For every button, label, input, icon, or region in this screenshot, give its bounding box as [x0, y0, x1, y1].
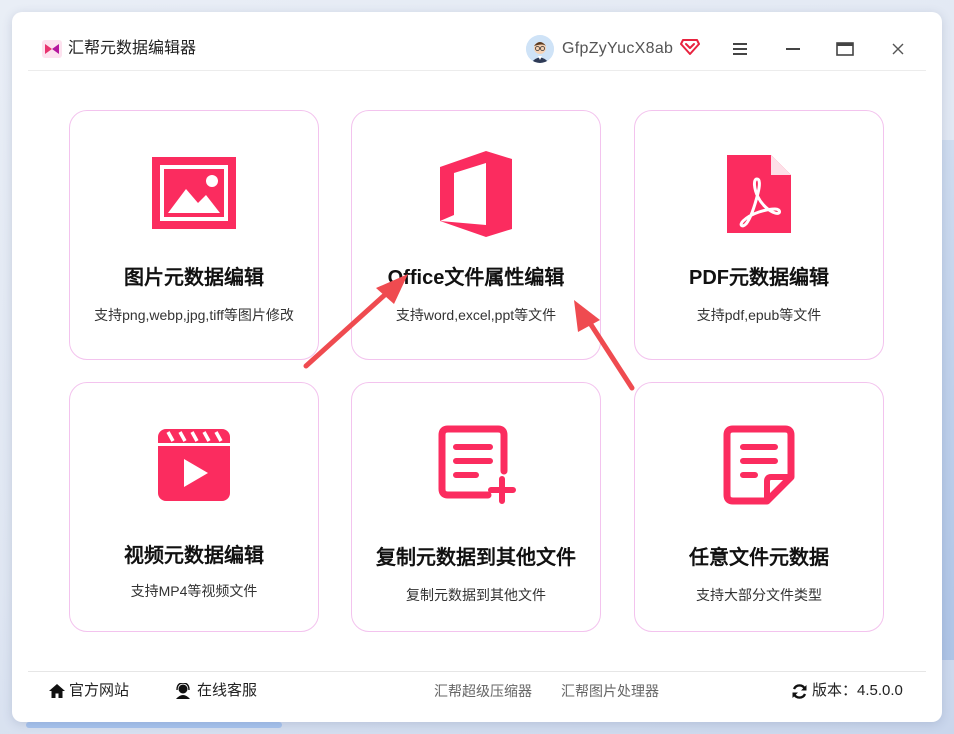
title-bar: 汇帮元数据编辑器 GfpZyYucX8ab: [12, 12, 942, 70]
close-icon: [892, 43, 904, 55]
pdf-icon: [727, 155, 791, 233]
title-divider: [28, 70, 926, 71]
card-office-properties[interactable]: Office文件属性编辑 支持word,excel,ppt等文件: [351, 110, 601, 360]
avatar-icon: [526, 35, 554, 63]
official-website-label: 官方网站: [69, 682, 130, 699]
background-taskbar-strip: [26, 722, 282, 728]
document-add-icon: [438, 425, 516, 504]
footer-divider: [28, 671, 926, 672]
username[interactable]: GfpZyYucX8ab: [562, 39, 673, 59]
support-agent-icon: [176, 683, 190, 699]
online-support-link[interactable]: 在线客服: [174, 681, 257, 701]
card-description: 支持png,webp,jpg,tiff等图片修改: [94, 307, 294, 323]
office-icon: [440, 151, 512, 237]
version-label: 版本：: [812, 682, 858, 699]
card-description: 支持大部分文件类型: [696, 587, 822, 603]
minimize-button[interactable]: [778, 34, 808, 64]
card-description: 复制元数据到其他文件: [406, 587, 546, 603]
version-info: 版本： 4.5.0.0: [791, 681, 903, 701]
document-icon: [723, 425, 795, 505]
card-description: 支持word,excel,ppt等文件: [395, 307, 557, 323]
image-processor-link[interactable]: 汇帮图片处理器: [561, 681, 659, 701]
menu-button[interactable]: [725, 34, 755, 64]
online-support-label: 在线客服: [197, 682, 258, 699]
maximize-icon: [836, 42, 854, 56]
close-button[interactable]: [883, 34, 913, 64]
app-window: 汇帮元数据编辑器 GfpZyYucX8ab 图片元数据编辑 支持png,webp…: [12, 12, 942, 722]
official-website-link[interactable]: 官方网站: [48, 681, 129, 701]
refresh-icon[interactable]: [791, 683, 808, 700]
video-icon: [158, 429, 230, 501]
card-any-file-metadata[interactable]: 任意文件元数据 支持大部分文件类型: [634, 382, 884, 632]
card-title: PDF元数据编辑: [689, 267, 829, 289]
version-number: 4.5.0.0: [857, 682, 903, 699]
diamond-vip-icon[interactable]: [680, 38, 700, 56]
card-pdf-metadata[interactable]: PDF元数据编辑 支持pdf,epub等文件: [634, 110, 884, 360]
card-title: 视频元数据编辑: [124, 545, 264, 567]
image-icon: [152, 157, 236, 229]
avatar[interactable]: [526, 35, 554, 63]
card-title: Office文件属性编辑: [387, 267, 565, 289]
card-description: 支持pdf,epub等文件: [696, 307, 822, 323]
menu-icon: [733, 43, 747, 55]
card-image-metadata[interactable]: 图片元数据编辑 支持png,webp,jpg,tiff等图片修改: [69, 110, 319, 360]
card-description: 支持MP4等视频文件: [130, 583, 258, 599]
app-logo-icon: [42, 40, 62, 58]
home-icon: [49, 684, 65, 698]
minimize-icon: [786, 48, 800, 50]
card-title: 任意文件元数据: [689, 547, 829, 569]
card-copy-metadata[interactable]: 复制元数据到其他文件 复制元数据到其他文件: [351, 382, 601, 632]
maximize-button[interactable]: [830, 34, 860, 64]
super-compressor-link[interactable]: 汇帮超级压缩器: [434, 681, 532, 701]
app-title: 汇帮元数据编辑器: [68, 40, 197, 57]
card-title: 复制元数据到其他文件: [376, 547, 576, 569]
background-side: [942, 140, 954, 660]
card-title: 图片元数据编辑: [124, 267, 264, 289]
card-video-metadata[interactable]: 视频元数据编辑 支持MP4等视频文件: [69, 382, 319, 632]
